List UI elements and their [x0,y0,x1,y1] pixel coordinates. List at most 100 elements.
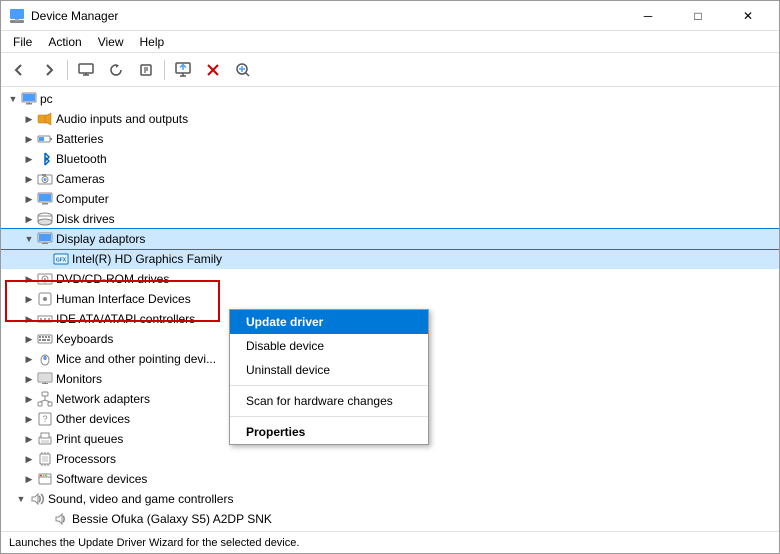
toolbar [1,53,779,87]
tree-label-audio: Audio inputs and outputs [56,112,188,126]
expander-computer[interactable]: ▶ [21,191,37,207]
software-icon [37,471,53,487]
tree-label-sound: Sound, video and game controllers [48,492,233,506]
tree-item-batteries[interactable]: ▶ Batteries [1,129,779,149]
tree-item-intel[interactable]: GFX Intel(R) HD Graphics Family [1,249,779,269]
menu-help[interactable]: Help [132,33,173,51]
tree-label-print: Print queues [56,432,123,446]
tree-label-cameras: Cameras [56,172,105,186]
tree-label-intel: Intel(R) HD Graphics Family [72,252,222,266]
toolbar-forward[interactable] [35,56,63,84]
computer-icon [21,91,37,107]
tree-item-software[interactable]: ▶ Software devices [1,469,779,489]
tree-label-keyboards: Keyboards [56,332,113,346]
print-icon [37,431,53,447]
expander-software[interactable]: ▶ [21,471,37,487]
expander-audio[interactable]: ▶ [21,111,37,127]
device-manager-window: Device Manager ─ □ ✕ File Action View He… [0,0,780,554]
context-menu-disable[interactable]: Disable device [230,334,428,358]
menu-bar: File Action View Help [1,31,779,53]
title-bar-controls: ─ □ ✕ [625,1,771,31]
toolbar-update-driver[interactable] [169,56,197,84]
expander-batteries[interactable]: ▶ [21,131,37,147]
expander-display[interactable]: ▼ [21,231,37,247]
tree-label-network: Network adapters [56,392,150,406]
tree-label-software: Software devices [56,472,147,486]
tree-item-bluetooth[interactable]: ▶ Bluetooth [1,149,779,169]
svg-text:?: ? [42,414,47,424]
expander-cameras[interactable]: ▶ [21,171,37,187]
toolbar-computer[interactable] [72,56,100,84]
minimize-button[interactable]: ─ [625,1,671,31]
bluetooth-icon [37,151,53,167]
processors-icon [37,451,53,467]
tree-item-sound[interactable]: ▼ Sound, video and game controllers [1,489,779,509]
toolbar-back[interactable] [5,56,33,84]
expander-pc[interactable]: ▼ [5,91,21,107]
tree-area[interactable]: ▼ pc ▶ [1,87,779,531]
tree-item-disk[interactable]: ▶ Disk drives [1,209,779,229]
network-icon [37,391,53,407]
tree-root-pc[interactable]: ▼ pc [1,89,779,109]
menu-file[interactable]: File [5,33,40,51]
context-menu-uninstall[interactable]: Uninstall device [230,358,428,382]
context-menu-update[interactable]: Update driver [230,310,428,334]
tree-label-ide: IDE ATA/ATAPI controllers [56,312,195,326]
toolbar-sep-2 [164,60,165,80]
menu-view[interactable]: View [90,33,132,51]
tree-item-hid[interactable]: ▶ Human Interface Devices [1,289,779,309]
intel-icon: GFX [53,251,69,267]
batteries-icon [37,131,53,147]
title-bar-left: Device Manager [9,8,118,24]
expander-print[interactable]: ▶ [21,431,37,447]
audio-icon [37,111,53,127]
tree-label-mice: Mice and other pointing devi... [56,352,216,366]
tree-item-dvd[interactable]: ▶ DVD/CD-ROM drives [1,269,779,289]
tree-label-other: Other devices [56,412,130,426]
status-text: Launches the Update Driver Wizard for th… [9,537,299,549]
expander-mice[interactable]: ▶ [21,351,37,367]
hid-icon [37,291,53,307]
tree-item-bessie2[interactable]: Bessie Ofuka (Galaxy S5) Hands-Free HF A… [1,529,779,531]
toolbar-properties[interactable] [132,56,160,84]
toolbar-scan[interactable] [229,56,257,84]
disk-icon [37,211,53,227]
expander-processors[interactable]: ▶ [21,451,37,467]
tree-label-computer: Computer [56,192,109,206]
cameras-icon [37,171,53,187]
sound-icon [29,491,45,507]
expander-other[interactable]: ▶ [21,411,37,427]
tree-item-computer[interactable]: ▶ Computer [1,189,779,209]
expander-hid[interactable]: ▶ [21,291,37,307]
context-menu: Update driver Disable device Uninstall d… [229,309,429,445]
window-icon [9,8,25,24]
tree-label-hid: Human Interface Devices [56,292,191,306]
expander-dvd[interactable]: ▶ [21,271,37,287]
tree-label-monitors: Monitors [56,372,102,386]
tree-item-display[interactable]: ▼ Display adaptors [1,229,779,249]
expander-network[interactable]: ▶ [21,391,37,407]
toolbar-refresh[interactable] [102,56,130,84]
close-button[interactable]: ✕ [725,1,771,31]
tree-item-audio[interactable]: ▶ Audio inputs and outputs [1,109,779,129]
expander-sound[interactable]: ▼ [13,491,29,507]
menu-action[interactable]: Action [40,33,89,51]
tree-item-processors[interactable]: ▶ Processors [1,449,779,469]
expander-monitors[interactable]: ▶ [21,371,37,387]
expander-ide[interactable]: ▶ [21,311,37,327]
context-menu-properties[interactable]: Properties [230,420,428,444]
expander-intel [37,251,53,267]
expander-keyboards[interactable]: ▶ [21,331,37,347]
main-content: ▼ pc ▶ [1,87,779,531]
title-bar: Device Manager ─ □ ✕ [1,1,779,31]
dvd-icon [37,271,53,287]
tree-item-bessie1[interactable]: Bessie Ofuka (Galaxy S5) A2DP SNK [1,509,779,529]
toolbar-remove[interactable] [199,56,227,84]
context-menu-scan[interactable]: Scan for hardware changes [230,389,428,413]
expander-bluetooth[interactable]: ▶ [21,151,37,167]
expander-disk[interactable]: ▶ [21,211,37,227]
svg-text:GFX: GFX [56,258,67,264]
maximize-button[interactable]: □ [675,1,721,31]
tree-item-cameras[interactable]: ▶ Cameras [1,169,779,189]
expander-bessie1 [37,511,53,527]
